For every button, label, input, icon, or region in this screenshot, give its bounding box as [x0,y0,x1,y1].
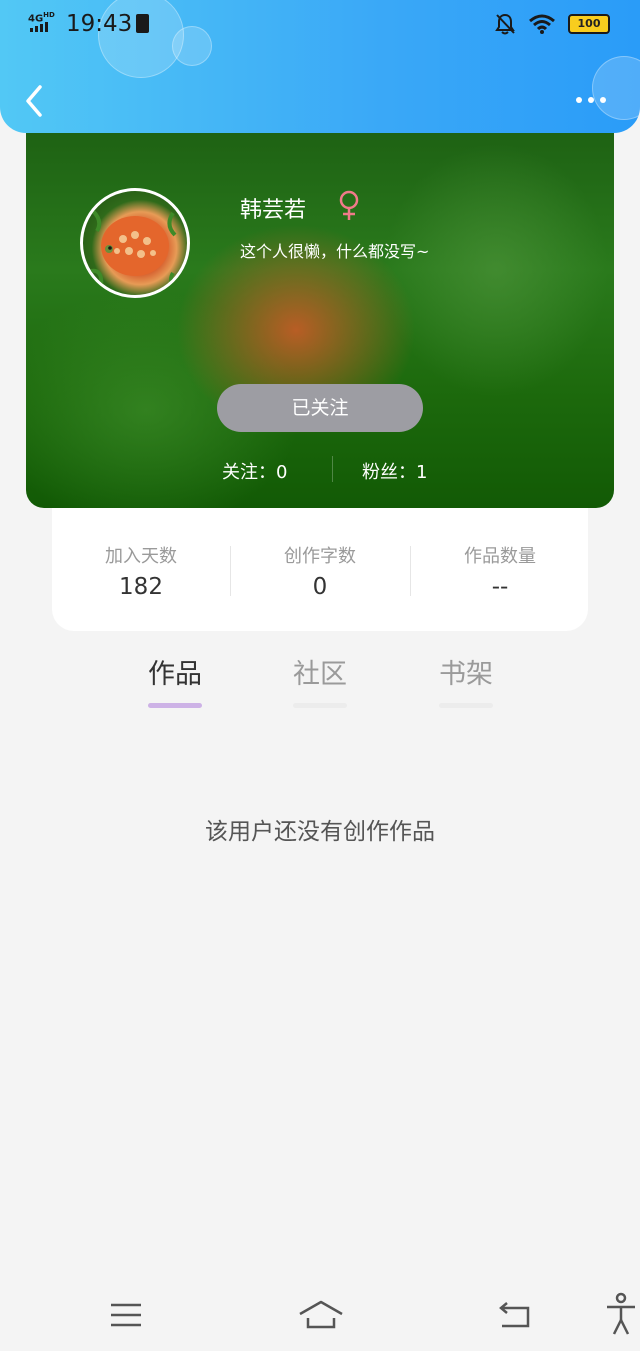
following-count[interactable]: 关注：0 [222,458,287,484]
back-button[interactable] [22,84,52,118]
tab-works[interactable]: 作品 [135,652,215,708]
wifi-icon [529,14,555,34]
profile-page: 4GHD 19:43 100 韩芸若 这个人很懒，什么都没写~ 已关注 关注：0… [0,0,640,1351]
stat-label: 作品数量 [464,546,536,567]
status-right-group: 100 [494,12,610,36]
tab-indicator [293,703,347,708]
tab-bookshelf[interactable]: 书架 [426,652,506,708]
tab-label: 作品 [148,659,202,690]
more-dots-icon [588,97,594,103]
tab-community[interactable]: 社区 [280,652,360,708]
battery-icon: 100 [568,14,610,34]
tab-label: 社区 [293,659,347,690]
menu-button[interactable] [106,1298,146,1332]
stats-card: 加入天数 182 创作字数 0 作品数量 -- [52,508,588,631]
female-icon [339,190,359,220]
stat-label: 加入天数 [105,546,177,567]
user-name: 韩芸若 [240,198,307,223]
stat-value: 182 [119,574,163,600]
accessibility-button[interactable] [604,1292,638,1335]
more-dots-icon [600,97,606,103]
stat-value: -- [491,574,509,600]
stat-value: 0 [312,574,328,600]
stat-label: 创作字数 [284,546,356,567]
follow-button[interactable]: 已关注 [217,384,423,432]
divider [332,456,333,482]
home-icon [299,1300,343,1329]
home-button[interactable] [296,1298,346,1332]
fans-count[interactable]: 粉丝：1 [362,458,427,484]
stat-word-count: 创作字数 0 [231,542,409,600]
avatar-fish-image [90,209,180,291]
follow-stats: 关注：0 粉丝：1 [26,456,614,486]
more-dots-icon [576,97,582,103]
avatar[interactable] [80,188,190,298]
more-button[interactable] [576,90,612,110]
status-time: 19:43 [66,11,133,37]
user-bio: 这个人很懒，什么都没写~ [240,242,430,261]
header-bar: 4GHD 19:43 100 [0,0,640,133]
stat-join-days: 加入天数 182 [52,542,230,600]
back-icon [499,1302,530,1328]
system-nav-bar [0,1280,640,1351]
tab-label: 书架 [439,659,493,690]
signal-icon [30,22,48,32]
accessibility-icon [607,1292,635,1335]
decor-bubble [592,56,640,120]
menu-icon [111,1303,141,1327]
tab-indicator [439,703,493,708]
status-bar: 4GHD 19:43 100 [0,0,640,52]
stat-works-count: 作品数量 -- [411,542,589,600]
mute-bell-icon [495,13,515,35]
back-nav-button[interactable] [494,1298,534,1332]
tab-active-indicator [148,703,202,708]
empty-state-message: 该用户还没有创作作品 [205,819,435,845]
profile-banner: 韩芸若 这个人很懒，什么都没写~ 已关注 关注：0 粉丝：1 [26,110,614,508]
sim-card-icon [136,14,149,33]
chevron-left-icon [26,85,42,117]
